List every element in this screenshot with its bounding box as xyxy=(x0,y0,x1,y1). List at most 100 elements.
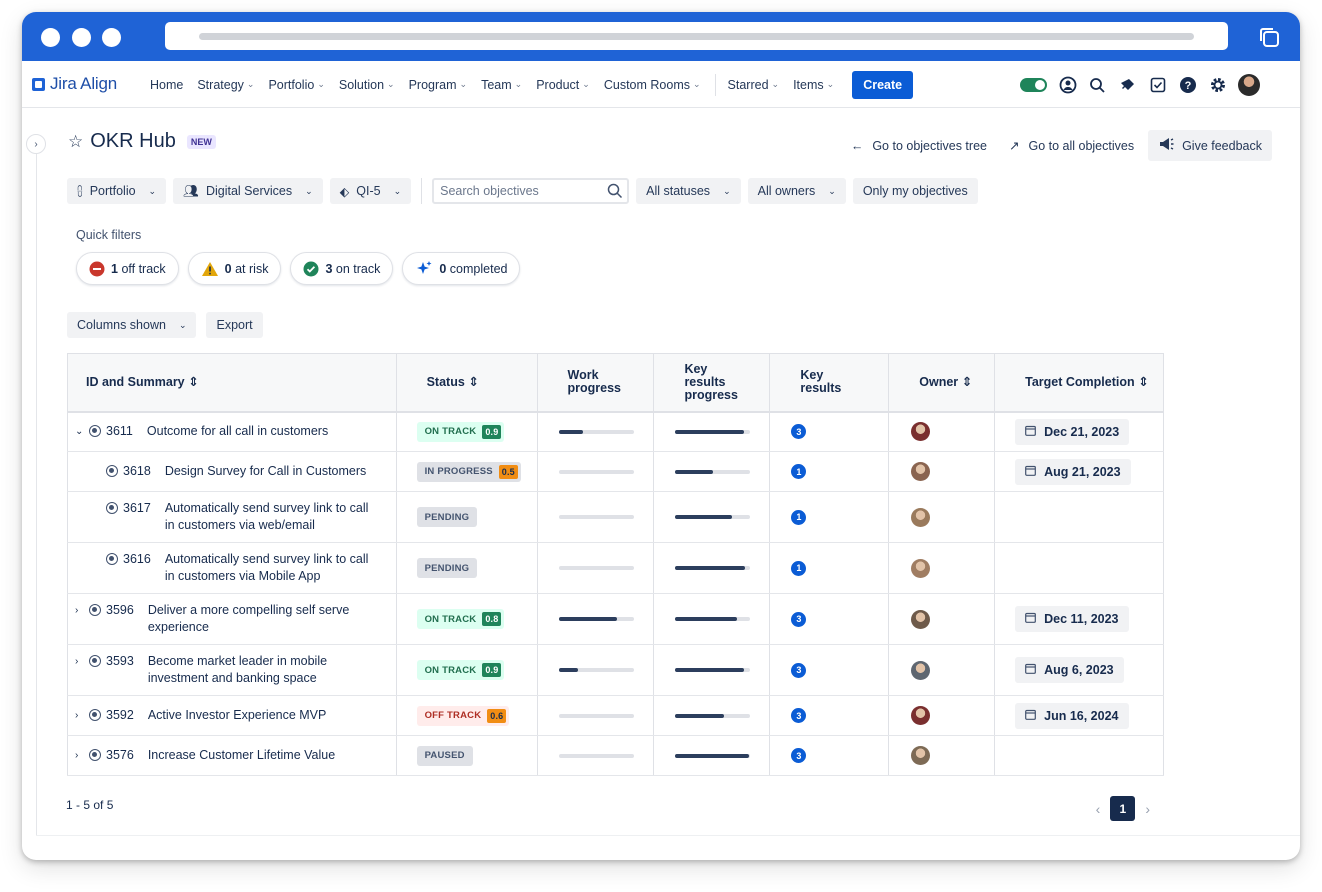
objective-id[interactable]: 3576 xyxy=(106,747,134,764)
search-input[interactable] xyxy=(440,184,601,198)
checkbox-icon[interactable] xyxy=(1148,76,1167,95)
nav-item-home[interactable]: Home xyxy=(150,78,183,92)
table-row[interactable]: 3616 Automatically send survey link to ca… xyxy=(67,542,1164,594)
target-date[interactable]: Dec 21, 2023 xyxy=(1015,418,1130,445)
address-bar[interactable] xyxy=(165,22,1228,50)
sidebar-expand-button[interactable]: › xyxy=(26,134,46,154)
col-header-owner[interactable]: Owner ⇕ xyxy=(888,353,996,413)
objective-summary[interactable]: Become market leader in mobile investment… xyxy=(148,653,327,687)
chevron-left-icon[interactable]: ‹ xyxy=(1096,801,1101,817)
help-icon[interactable]: ? xyxy=(1178,76,1197,95)
col-header-status[interactable]: Status ⇕ xyxy=(396,353,538,413)
jira-align-logo[interactable]: Jira Align xyxy=(32,74,117,94)
key-results-count[interactable]: 3 xyxy=(791,611,807,627)
quick-filter-at-risk[interactable]: 0 at risk xyxy=(187,252,282,285)
user-circle-icon[interactable] xyxy=(1058,76,1077,95)
key-results-count[interactable]: 1 xyxy=(791,560,807,576)
objective-id[interactable]: 3616 xyxy=(123,551,151,568)
chevron-right-icon[interactable]: › xyxy=(75,653,85,670)
columns-shown-button[interactable]: Columns shown ⌄ xyxy=(67,312,197,338)
window-dot[interactable] xyxy=(41,28,60,47)
nav-item-strategy[interactable]: Strategy ⌄ xyxy=(197,78,254,92)
objective-id[interactable]: 3611 xyxy=(106,423,133,440)
pi-filter[interactable]: ⬖ QI-5 ⌄ xyxy=(329,178,412,204)
quick-filter-off-track[interactable]: 1 off track xyxy=(76,252,179,285)
gear-icon[interactable] xyxy=(1208,76,1227,95)
key-results-count[interactable]: 1 xyxy=(791,464,807,479)
chevron-right-icon[interactable]: › xyxy=(75,747,85,764)
portfolio-filter[interactable]: ⩉ Portfolio ⌄ xyxy=(67,178,167,204)
objective-summary[interactable]: Outcome for all call in customers xyxy=(147,423,328,440)
search-icon[interactable] xyxy=(607,183,623,199)
owner-avatar[interactable] xyxy=(911,706,931,725)
chevron-right-icon[interactable]: › xyxy=(1145,801,1150,817)
export-button[interactable]: Export xyxy=(206,312,263,338)
owner-avatar[interactable] xyxy=(911,422,931,442)
window-dot[interactable] xyxy=(72,28,91,47)
owner-avatar[interactable] xyxy=(911,558,931,578)
chevron-down-icon[interactable]: ⌄ xyxy=(75,423,85,440)
search-objectives[interactable] xyxy=(432,178,630,204)
objective-summary[interactable]: Design Survey for Call in Customers xyxy=(165,463,366,480)
go-to-all-link[interactable]: ↗ Go to all objectives xyxy=(1009,138,1134,154)
theme-toggle[interactable] xyxy=(1020,78,1047,92)
key-results-count[interactable]: 3 xyxy=(791,662,807,678)
objective-summary[interactable]: Increase Customer Lifetime Value xyxy=(148,747,335,764)
owner-avatar[interactable] xyxy=(911,660,931,680)
owner-avatar[interactable] xyxy=(911,746,931,765)
key-results-count[interactable]: 3 xyxy=(791,748,807,763)
nav-item-team[interactable]: Team ⌄ xyxy=(481,78,522,92)
search-icon[interactable] xyxy=(1088,76,1107,95)
nav-item-starred[interactable]: Starred ⌄ xyxy=(728,78,780,92)
target-date[interactable]: Aug 6, 2023 xyxy=(1015,657,1124,683)
create-button[interactable]: Create xyxy=(852,70,914,99)
objective-id[interactable]: 3592 xyxy=(106,707,134,724)
key-results-count[interactable]: 3 xyxy=(791,708,807,723)
owner-avatar[interactable] xyxy=(911,609,931,629)
rocket-icon[interactable] xyxy=(1118,76,1137,95)
objective-id[interactable]: 3596 xyxy=(106,602,134,619)
objective-summary[interactable]: Automatically send survey link to call in… xyxy=(165,500,369,534)
nav-item-solution[interactable]: Solution ⌄ xyxy=(339,78,395,92)
page-number-current[interactable]: 1 xyxy=(1110,796,1136,821)
my-objectives-filter[interactable]: Only my objectives xyxy=(852,178,978,204)
tabs-icon[interactable] xyxy=(1258,26,1280,48)
chevron-right-icon[interactable]: › xyxy=(75,707,85,724)
objective-summary[interactable]: Automatically send survey link to call in… xyxy=(165,551,369,585)
quick-filter-on-track[interactable]: 3 on track xyxy=(290,252,394,285)
target-date[interactable]: Aug 21, 2023 xyxy=(1015,458,1131,485)
objective-summary[interactable]: Active Investor Experience MVP xyxy=(148,707,327,724)
objective-summary[interactable]: Deliver a more compelling self serve expe… xyxy=(148,602,349,636)
status-filter[interactable]: All statuses ⌄ xyxy=(636,178,741,204)
owner-avatar[interactable] xyxy=(911,507,931,527)
go-to-tree-link[interactable]: ← Go to objectives tree xyxy=(851,139,987,153)
table-row[interactable]: › 3593 Become market leader in mobile inves… xyxy=(67,644,1164,696)
chevron-right-icon[interactable]: › xyxy=(75,602,85,619)
quick-filter-completed[interactable]: 0 completed xyxy=(402,252,521,285)
table-row[interactable]: 3618 Design Survey for Call in Customers … xyxy=(67,451,1164,492)
table-row[interactable]: › 3596 Deliver a more compelling self serv… xyxy=(67,593,1164,645)
target-date[interactable]: Dec 11, 2023 xyxy=(1015,606,1129,632)
table-row[interactable]: › 3592 Active Investor Experience MVP OFF … xyxy=(67,695,1164,736)
nav-item-items[interactable]: Items ⌄ xyxy=(793,78,834,92)
col-header-target[interactable]: Target Completion ⇕ xyxy=(994,353,1164,413)
col-header-id-summary[interactable]: ID and Summary ⇕ xyxy=(67,353,397,413)
digital-services-filter[interactable]: 👥︎ Digital Services ⌄ xyxy=(173,178,323,204)
nav-item-product[interactable]: Product ⌄ xyxy=(536,78,590,92)
nav-item-custom-rooms[interactable]: Custom Rooms ⌄ xyxy=(604,78,701,92)
table-row[interactable]: 3617 Automatically send survey link to ca… xyxy=(67,491,1164,543)
nav-item-program[interactable]: Program ⌄ xyxy=(409,78,467,92)
table-row[interactable]: ⌄ 3611 Outcome for all call in customers O… xyxy=(67,411,1164,452)
star-icon[interactable]: ☆ xyxy=(68,132,83,152)
owner-filter[interactable]: All owners ⌄ xyxy=(747,178,846,204)
objective-id[interactable]: 3618 xyxy=(123,463,151,480)
profile-avatar[interactable] xyxy=(1238,74,1260,96)
nav-item-portfolio[interactable]: Portfolio ⌄ xyxy=(268,78,324,92)
objective-id[interactable]: 3593 xyxy=(106,653,134,670)
key-results-count[interactable]: 1 xyxy=(791,509,807,525)
table-row[interactable]: › 3576 Increase Customer Lifetime Value PA… xyxy=(67,735,1164,776)
give-feedback-button[interactable]: Give feedback xyxy=(1148,130,1272,161)
target-date[interactable]: Jun 16, 2024 xyxy=(1015,702,1129,729)
key-results-count[interactable]: 3 xyxy=(791,424,807,440)
owner-avatar[interactable] xyxy=(911,462,931,481)
